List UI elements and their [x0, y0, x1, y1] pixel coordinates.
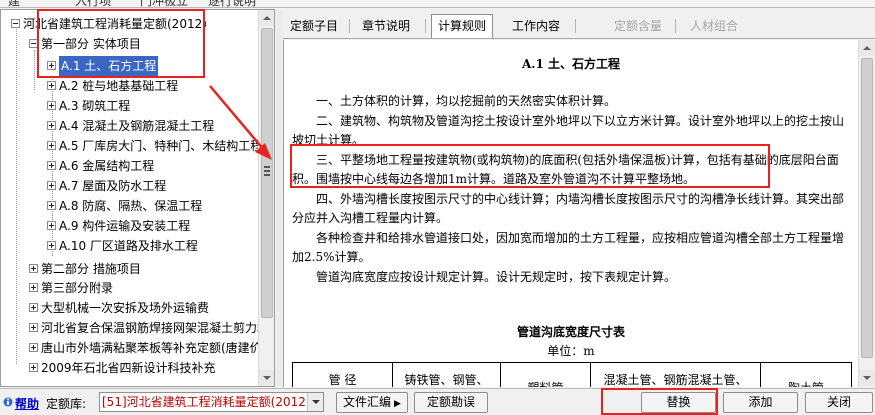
- tab-calc-rules[interactable]: 计算规则: [431, 14, 493, 38]
- rule-paragraph-1: 一、土方体积的计算，均以挖掘前的天然密实体积计算。: [316, 94, 617, 108]
- pipe-width-table: 管 径 (mm) 铸铁管、钢管、 石棉水泥管 塑料管 混凝土管、钢筋混凝土管、 …: [292, 362, 852, 387]
- calc-rules-document: A.1 土、石方工程 一、土方体积的计算，均以挖掘前的天然密实体积计算。 二、建…: [283, 40, 875, 387]
- toolbar-item[interactable]: 逐行说明: [208, 0, 256, 7]
- rule-paragraph-6: 管道沟底宽度应按设计规定计算。设计无规定时，按下表规定计算。: [316, 270, 677, 284]
- chevron-down-icon[interactable]: [307, 393, 323, 411]
- tab-quota-content[interactable]: 定额含量: [611, 15, 665, 37]
- bottom-bar: 帮助 定额库: [51]河北省建筑工程消耗量定额(2012) 文件汇编 ▶ 定额勘…: [0, 388, 875, 415]
- quota-library-label: 定额库:: [46, 397, 87, 411]
- add-button[interactable]: 添加: [723, 392, 798, 413]
- tab-material-combo[interactable]: 人材组合: [687, 15, 741, 37]
- doc-title: A.1 土、石方工程: [521, 57, 621, 71]
- top-toolbar-partial: 建 入行项 门冲极立 逐行说明: [0, 0, 875, 8]
- scroll-down-icon[interactable]: [859, 370, 875, 386]
- splitter-grip-icon[interactable]: [264, 166, 270, 178]
- menu-arrow-icon: ▶: [394, 399, 401, 409]
- annotation-box-replace: [601, 388, 718, 415]
- help-icon[interactable]: [3, 397, 13, 407]
- panel-splitter[interactable]: [276, 9, 283, 387]
- table-header: 管 径 (mm): [292, 362, 393, 387]
- tab-chapter-desc[interactable]: 章节说明: [359, 15, 413, 37]
- scroll-thumb[interactable]: [861, 58, 873, 358]
- rule-paragraph-5: 各种检查井和给排水管道接口处，因加宽而增加的土方工程量，应按相应管道沟槽全部土方…: [292, 231, 845, 264]
- toolbar-item[interactable]: 入行项: [75, 0, 111, 7]
- table-header: 塑料管: [500, 362, 591, 387]
- close-button[interactable]: 关闭: [805, 392, 873, 413]
- quota-library-select[interactable]: [51]河北省建筑工程消耗量定额(2012): [99, 392, 324, 412]
- help-link[interactable]: 帮助: [15, 395, 39, 412]
- detail-tabs: 定额子目 章节说明 计算规则 工作内容 定额含量 人材组合: [283, 9, 875, 39]
- toolbar-item[interactable]: 门冲极立: [140, 0, 188, 7]
- table-unit: 单位：m: [547, 344, 595, 358]
- table-title: 管道沟底宽度尺寸表: [516, 325, 625, 339]
- table-header: 混凝土管、钢筋混凝土管、 预应力钢筋混凝土管: [590, 362, 761, 387]
- table-header: 陶土管: [760, 362, 852, 387]
- rule-paragraph-4: 四、外墙沟槽长度按图示尺寸的中心线计算；内墙沟槽长度按图示尺寸的沟槽净长线计算。…: [292, 192, 845, 225]
- quota-errata-button[interactable]: 定额勘误: [414, 392, 488, 413]
- annotation-box-rule: [290, 144, 770, 188]
- file-collection-button[interactable]: 文件汇编 ▶: [336, 392, 408, 413]
- scroll-up-icon[interactable]: [859, 40, 875, 56]
- annotation-box-tree: [37, 9, 205, 78]
- tree-scrollbar[interactable]: [258, 10, 274, 386]
- tab-quota-sub[interactable]: 定额子目: [289, 15, 339, 37]
- document-scrollbar[interactable]: [858, 40, 875, 387]
- table-header: 铸铁管、钢管、 石棉水泥管: [392, 362, 501, 387]
- scroll-up-icon[interactable]: [259, 10, 274, 26]
- scroll-down-icon[interactable]: [259, 370, 274, 386]
- toolbar-item[interactable]: 建: [8, 0, 20, 7]
- tab-work-content[interactable]: 工作内容: [509, 15, 563, 37]
